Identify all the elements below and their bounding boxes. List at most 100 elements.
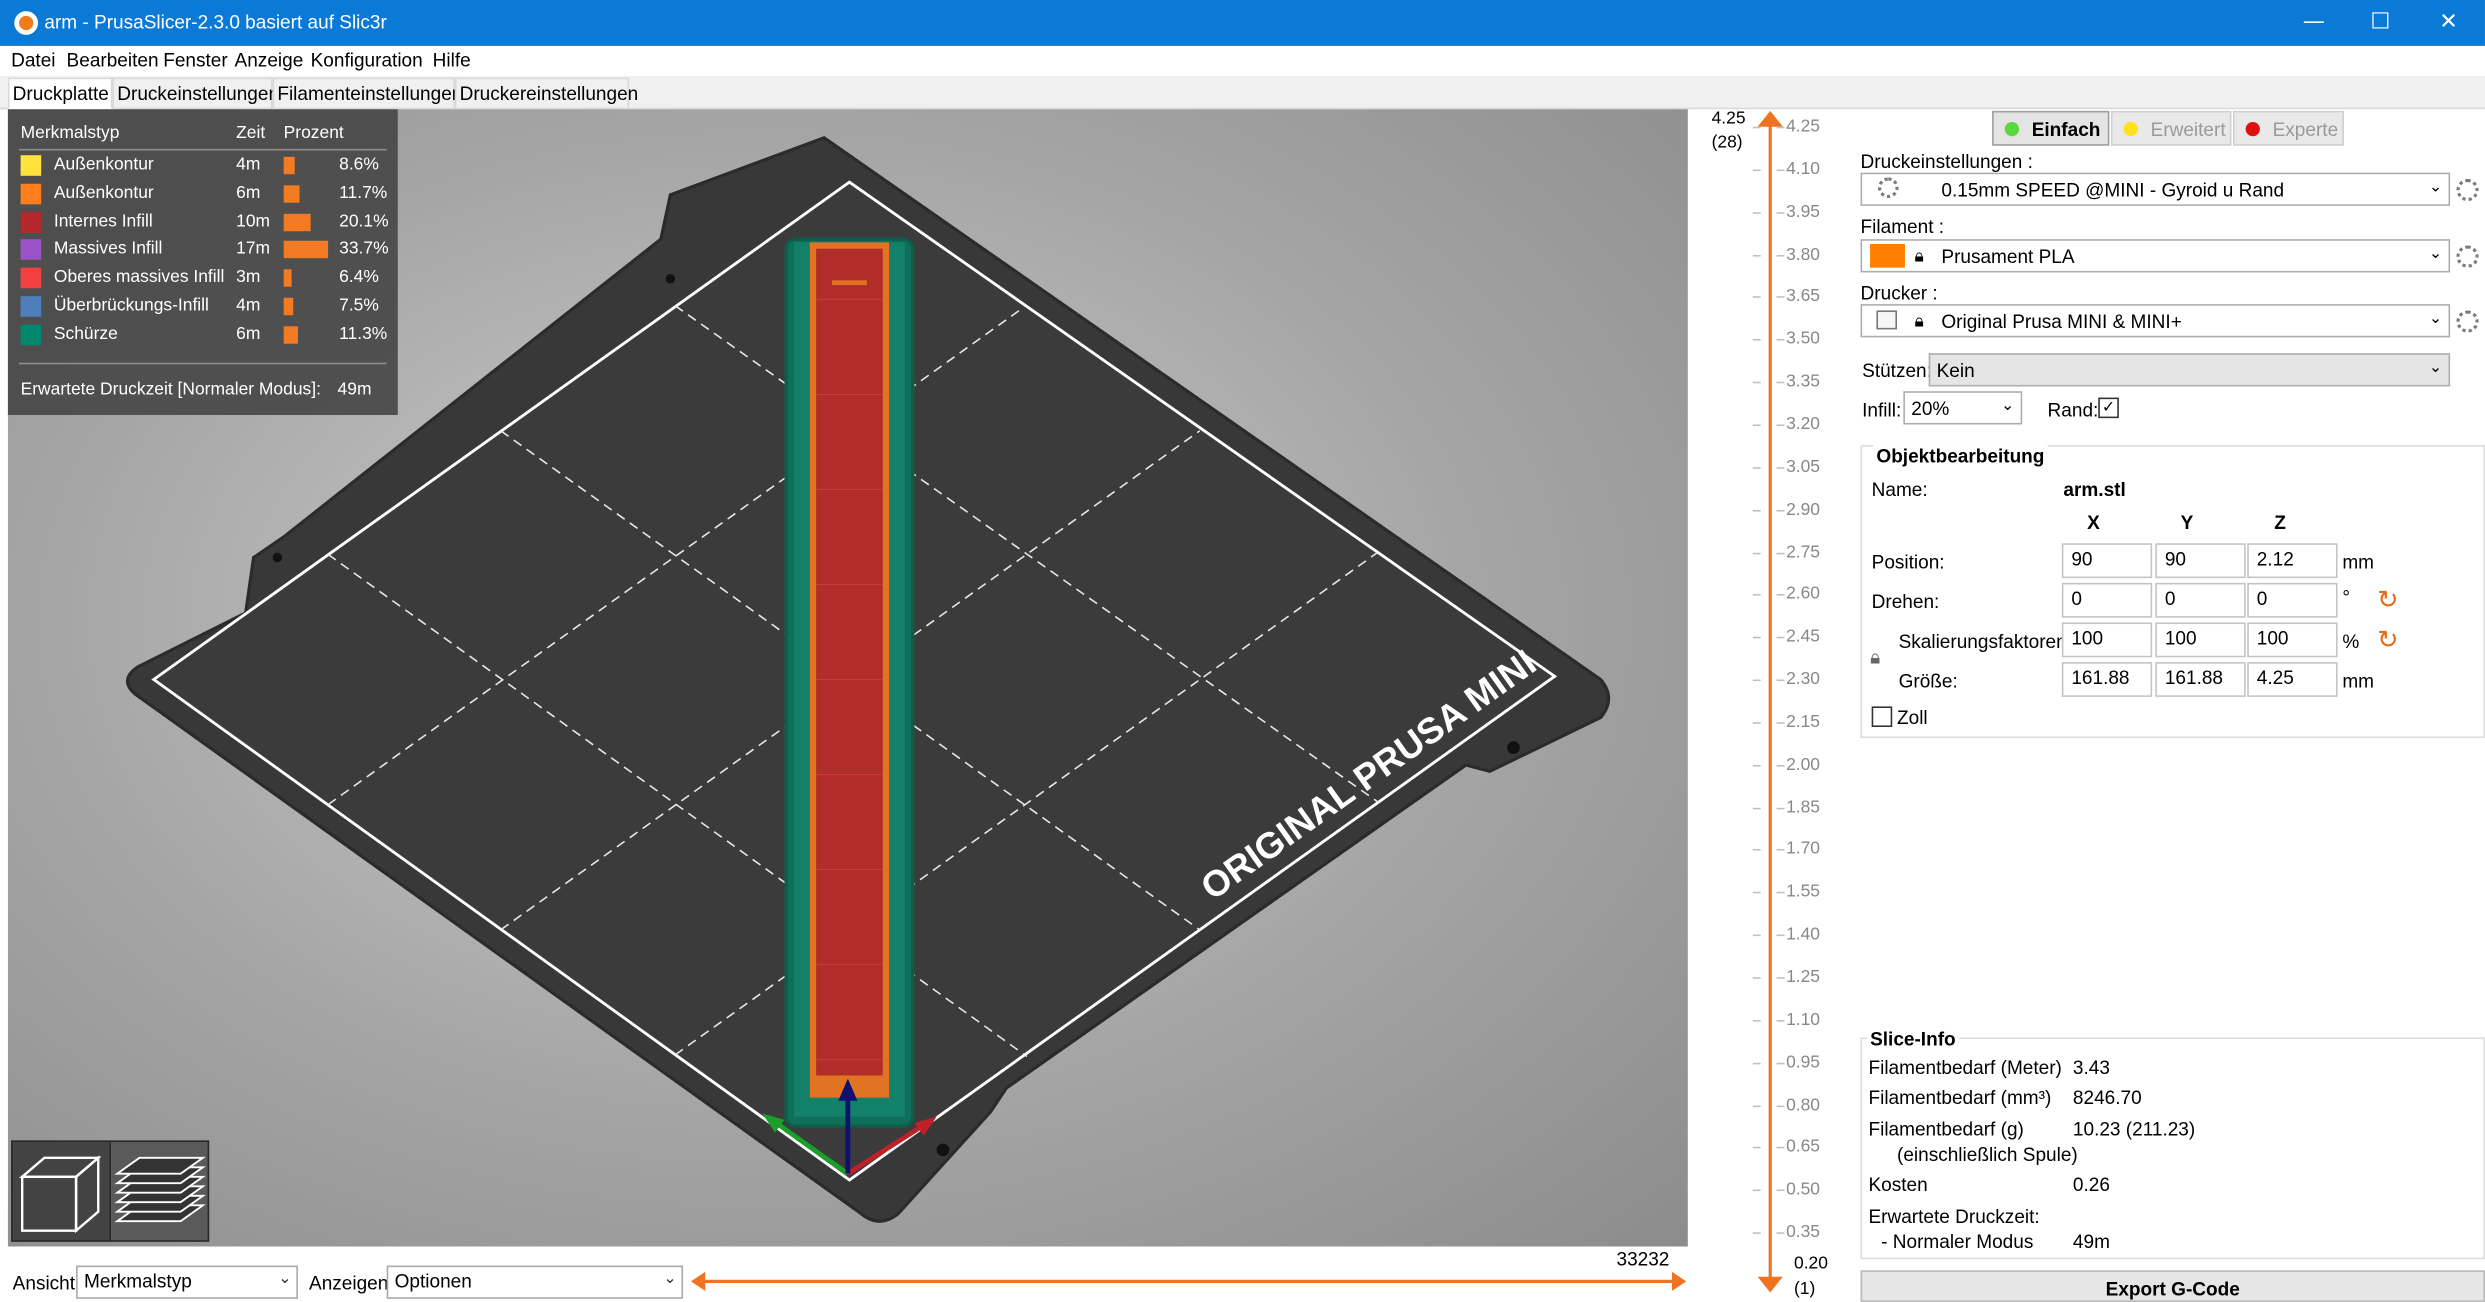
layer-slider[interactable]: 4.25 (28) 4.25 4.10 3.95 3.80 3.65 3.50 3.35 3.… [1690,109,1858,1302]
slider-left-thumb [690,1271,706,1291]
position-z-input[interactable]: 2.12 [2247,543,2338,579]
legend-feature-time: 17m [236,239,271,259]
mode-expert-label: Experte [2272,118,2339,141]
menu-anzeige[interactable]: Anzeige [235,49,304,71]
printer-gear-icon[interactable] [2456,310,2479,333]
layer-tick-label: 1.85 [1786,797,1821,817]
legend-color-swatch [20,296,42,317]
layer-tick-mark [1752,509,1761,512]
view-type-select[interactable]: Merkmalstyp ⌄ [76,1265,298,1299]
layer-tick-mark [1776,1062,1785,1064]
layer-tick-mark [1776,892,1785,894]
maximize-button[interactable]: ☐ [2344,0,2417,46]
menu-hilfe[interactable]: Hilfe [433,49,471,71]
legend-feature-percent: 8.6% [339,155,379,175]
position-x-input[interactable]: 90 [2061,543,2153,579]
tab-druckplatte[interactable]: Druckplatte [7,77,113,110]
infill-select[interactable]: 20% ⌄ [1903,391,2023,425]
layer-tick-label: 1.10 [1786,1010,1821,1030]
layer-bottom-thumb[interactable] [1757,1276,1783,1296]
layer-bottom-index: (1) [1793,1279,1816,1299]
tab-filamenteinstellungen[interactable]: Filamenteinstellungen [272,77,462,110]
support-select[interactable]: Kein ⌄ [1928,353,2451,387]
brim-checkbox[interactable]: ✓ [2098,397,2119,419]
reset-scale-icon[interactable]: ↻ [2377,624,2398,654]
show-options-select[interactable]: Optionen ⌄ [386,1265,684,1299]
reset-rotation-icon[interactable]: ↻ [2377,584,2398,614]
mode-advanced-button[interactable]: Erweitert [2110,110,2232,146]
scale-y-input[interactable]: 100 [2155,622,2246,658]
mode-expert-button[interactable]: Experte [2232,110,2344,146]
scale-lock-icon[interactable]: 🔒︎ [1870,646,1880,670]
export-gcode-button[interactable]: Export G-Code [1860,1270,2485,1302]
print-settings-label: Druckeinstellungen : [1860,150,2033,173]
legend-feature-name: Oberes massives Infill [53,267,225,287]
inches-label: Zoll [1897,706,1928,729]
slice-info-label: Filamentbedarf (g) [1868,1118,2024,1141]
moves-slider[interactable] [690,1269,1687,1294]
print-settings-gear-icon[interactable] [2456,178,2479,202]
object-name-label: Name: [1871,478,1928,501]
layer-tick-label: 2.15 [1786,712,1821,732]
layer-top-index: (28) [1711,133,1743,153]
3d-view-button[interactable] [11,1140,111,1242]
menu-konfiguration[interactable]: Konfiguration [311,49,423,71]
legend-row[interactable]: Schürze 6m 11.3% [8,321,398,350]
filament-gear-icon[interactable] [2456,245,2479,268]
menu-bearbeiten[interactable]: Bearbeiten [67,49,159,71]
layer-tick-mark [1776,254,1785,256]
tab-druckereinstellungen[interactable]: Druckereinstellungen [454,77,638,110]
mode-simple-button[interactable]: Einfach [1992,110,2110,146]
print-profile-icon [1877,177,1899,198]
scale-z-input[interactable]: 100 [2247,622,2338,658]
chevron-down-icon: ⌄ [2428,310,2443,328]
layer-tick-mark [1752,764,1761,767]
legend-row[interactable]: Überbrückungs-Infill 4m 7.5% [8,293,398,322]
layer-tick-label: 3.50 [1786,329,1821,349]
preview-view-button[interactable] [109,1140,210,1242]
legend-row[interactable]: Internes Infill 10m 20.1% [8,208,398,237]
printer-select[interactable]: 🔒︎ Original Prusa MINI & MINI+ ⌄ [1860,304,2451,338]
rotation-x-input[interactable]: 0 [2061,582,2153,618]
legend-row[interactable]: Oberes massives Infill 3m 6.4% [8,265,398,294]
legend-row[interactable]: Außenkontur 6m 11.7% [8,180,398,209]
size-z-input[interactable]: 4.25 [2247,662,2338,697]
tab-druckeinstellungen[interactable]: Druckeinstellungen [112,77,279,110]
layer-tick-mark [1776,211,1785,214]
layer-tick-label: 0.50 [1786,1180,1821,1200]
mode-expert-dot-icon [2245,121,2260,137]
legend-feature-time: 6m [236,324,261,344]
slider-right-thumb [1671,1271,1687,1291]
mode-advanced-label: Erweitert [2150,118,2226,141]
layer-slider-track[interactable] [1768,121,1772,1287]
rotation-z-input[interactable]: 0 [2247,582,2338,618]
menu-fenster[interactable]: Fenster [163,49,227,71]
object-infill [816,248,883,1076]
slice-info-title: Slice-Info [1866,1027,1959,1051]
layer-tick-mark [1752,339,1761,341]
legend-feature-percent: 33.7% [339,239,389,259]
size-y-input[interactable]: 161.88 [2155,662,2246,697]
layer-tick-mark [1752,1232,1761,1235]
rotation-unit: ° [2342,586,2350,609]
filament-color-swatch[interactable] [1870,243,1905,268]
inches-checkbox[interactable] [1871,706,1893,728]
layer-tick-mark [1752,722,1761,724]
layer-tick-mark [1776,594,1785,597]
scale-unit: % [2342,630,2360,653]
layer-tick-mark [1752,1189,1761,1192]
prusaslicer-logo-icon [14,11,39,35]
filament-select[interactable]: 🔒︎ Prusament PLA ⌄ [1860,239,2451,273]
position-y-input[interactable]: 90 [2155,543,2246,579]
print-settings-select[interactable]: 0.15mm SPEED @MINI - Gyroid u Rand ⌄ [1860,172,2451,206]
minimize-button[interactable]: — [2277,0,2350,46]
close-button[interactable]: ✕ [2412,0,2485,46]
menu-datei[interactable]: Datei [11,49,55,71]
legend-row[interactable]: Massives Infill 17m 33.7% [8,237,398,266]
layer-tick-label: 2.00 [1786,755,1821,775]
legend-row[interactable]: Außenkontur 4m 8.6% [8,152,398,181]
scale-x-input[interactable]: 100 [2061,622,2153,658]
rotation-y-input[interactable]: 0 [2155,582,2246,618]
size-x-input[interactable]: 161.88 [2061,662,2153,697]
print-settings-value: 0.15mm SPEED @MINI - Gyroid u Rand [1941,178,2285,202]
